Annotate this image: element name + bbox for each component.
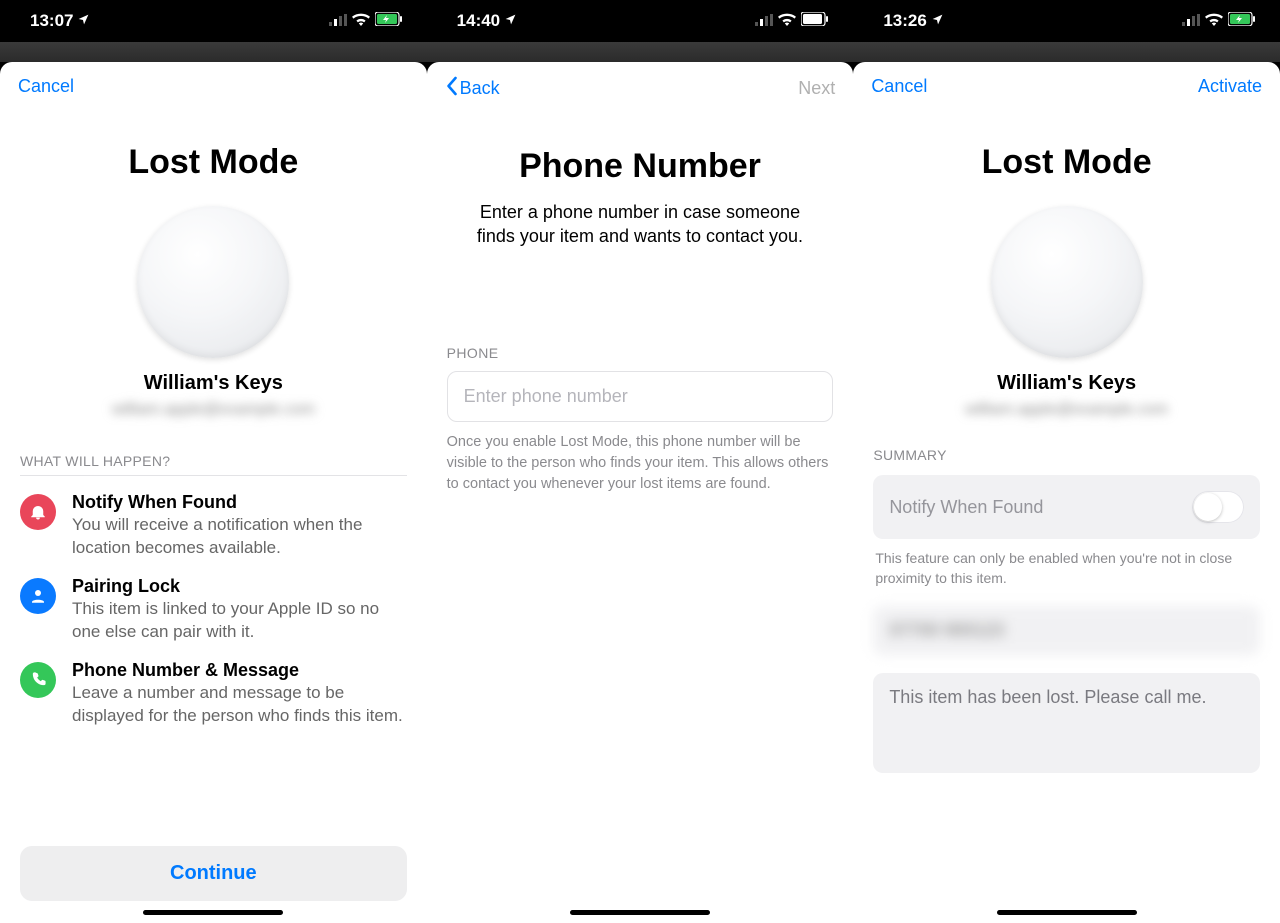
bullet-title: Phone Number & Message — [72, 660, 407, 681]
cancel-button[interactable]: Cancel — [18, 76, 74, 97]
home-indicator[interactable] — [997, 910, 1137, 915]
screen-lost-mode-intro: 13:07 Cancel Lost Mode William's Keys wi… — [0, 0, 427, 923]
wifi-icon — [778, 11, 796, 31]
phone-icon — [20, 662, 56, 698]
home-indicator[interactable] — [570, 910, 710, 915]
item-owner-redacted: william.apple@example.com — [93, 401, 333, 419]
section-label: WHAT WILL HAPPEN? — [0, 419, 427, 475]
location-arrow-icon — [504, 11, 517, 31]
notify-note: This feature can only be enabled when yo… — [853, 539, 1280, 588]
page-title: Lost Mode — [853, 143, 1280, 182]
bullet-desc: You will receive a notification when the… — [72, 514, 407, 560]
wifi-icon — [352, 11, 370, 31]
phone-input[interactable] — [447, 371, 834, 422]
notify-toggle-row: Notify When Found — [873, 475, 1260, 539]
notify-label: Notify When Found — [889, 497, 1043, 518]
battery-icon — [801, 11, 829, 31]
status-time: 14:40 — [457, 11, 500, 31]
bullet-notify: Notify When Found You will receive a not… — [0, 476, 427, 560]
airtag-image — [991, 206, 1143, 358]
home-indicator[interactable] — [143, 910, 283, 915]
bullet-desc: Leave a number and message to be display… — [72, 682, 407, 728]
phone-footnote: Once you enable Lost Mode, this phone nu… — [427, 422, 854, 495]
location-arrow-icon — [931, 11, 944, 31]
cellular-icon — [329, 11, 347, 31]
back-button[interactable]: Back — [445, 76, 500, 101]
bell-icon — [20, 494, 56, 530]
screen-lost-mode-summary: 13:26 Cancel Activate Lost Mode William'… — [853, 0, 1280, 923]
notify-toggle[interactable] — [1192, 491, 1244, 523]
page-title: Phone Number — [427, 147, 854, 186]
airtag-image — [137, 206, 289, 358]
item-name: William's Keys — [853, 372, 1280, 395]
chevron-left-icon — [445, 76, 458, 101]
item-name: William's Keys — [0, 372, 427, 395]
bullet-title: Notify When Found — [72, 492, 407, 513]
wifi-icon — [1205, 11, 1223, 31]
activate-button[interactable]: Activate — [1198, 76, 1262, 97]
status-bar: 14:40 — [427, 0, 854, 42]
continue-button[interactable]: Continue — [20, 846, 407, 901]
lost-message-card[interactable]: This item has been lost. Please call me. — [873, 673, 1260, 773]
summary-label: SUMMARY — [853, 419, 1280, 469]
background-dim — [0, 42, 427, 62]
phone-number-card-redacted[interactable]: 07700 900123 — [873, 606, 1260, 655]
location-arrow-icon — [77, 11, 90, 31]
battery-charging-icon — [1228, 11, 1256, 31]
next-button[interactable]: Next — [798, 78, 835, 99]
page-subtitle: Enter a phone number in case someone fin… — [427, 186, 854, 249]
cancel-button[interactable]: Cancel — [871, 76, 927, 97]
bullet-pairing: Pairing Lock This item is linked to your… — [0, 560, 427, 644]
battery-charging-icon — [375, 11, 403, 31]
background-dim — [427, 42, 854, 62]
cellular-icon — [1182, 11, 1200, 31]
page-title: Lost Mode — [0, 143, 427, 182]
cellular-icon — [755, 11, 773, 31]
screen-phone-number: 14:40 Back Next Phone Number Enter a pho… — [427, 0, 854, 923]
phone-field-label: PHONE — [427, 249, 854, 371]
back-label: Back — [460, 78, 500, 99]
item-owner-redacted: william.apple@example.com — [947, 401, 1187, 419]
person-icon — [20, 578, 56, 614]
bullet-desc: This item is linked to your Apple ID so … — [72, 598, 407, 644]
bullet-title: Pairing Lock — [72, 576, 407, 597]
status-bar: 13:26 — [853, 0, 1280, 42]
status-time: 13:07 — [30, 11, 73, 31]
status-time: 13:26 — [883, 11, 926, 31]
background-dim — [853, 42, 1280, 62]
bullet-phone: Phone Number & Message Leave a number an… — [0, 644, 427, 728]
status-bar: 13:07 — [0, 0, 427, 42]
